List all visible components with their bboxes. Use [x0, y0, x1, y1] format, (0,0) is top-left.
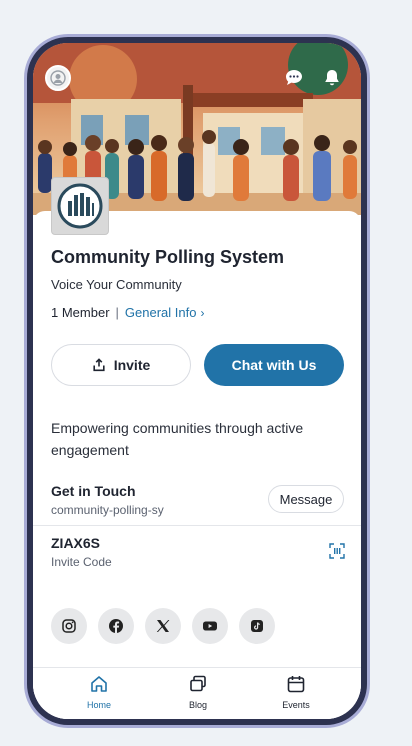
- chat-bubble-icon[interactable]: [283, 67, 305, 89]
- home-icon: [91, 676, 107, 692]
- social-links: [51, 608, 275, 644]
- member-count: 1 Member: [51, 305, 110, 320]
- x-icon[interactable]: [145, 608, 181, 644]
- nav-blog[interactable]: Blog: [163, 674, 233, 710]
- app-screen: Community Polling System Voice Your Comm…: [33, 43, 361, 719]
- calendar-icon: [287, 676, 305, 693]
- general-info-link[interactable]: General Info: [125, 305, 197, 320]
- bottom-navigation: Home Blog Events: [33, 667, 361, 719]
- scan-code-icon[interactable]: [329, 543, 345, 559]
- user-avatar-icon[interactable]: [45, 65, 71, 91]
- youtube-icon[interactable]: [192, 608, 228, 644]
- nav-blog-label: Blog: [188, 700, 207, 710]
- tiktok-icon[interactable]: [239, 608, 275, 644]
- chevron-right-icon: ›: [200, 305, 205, 320]
- profile-card: Community Polling System Voice Your Comm…: [33, 177, 361, 719]
- section-divider: [33, 525, 361, 526]
- instagram-icon[interactable]: [51, 608, 87, 644]
- nav-home-label: Home: [86, 700, 111, 710]
- community-tagline: Voice Your Community: [51, 277, 182, 292]
- invite-code-label: Invite Code: [51, 555, 112, 569]
- invite-label: Invite: [113, 357, 151, 373]
- chat-with-us-button[interactable]: Chat with Us: [204, 344, 344, 386]
- nav-events-label: Events: [282, 700, 310, 710]
- invite-button[interactable]: Invite: [51, 344, 191, 386]
- nav-home[interactable]: Home: [64, 674, 134, 710]
- contact-title: Get in Touch: [51, 483, 136, 499]
- phone-bezel: Community Polling System Voice Your Comm…: [27, 37, 367, 725]
- community-name: Community Polling System: [51, 247, 285, 267]
- nav-events[interactable]: Events: [261, 674, 331, 710]
- community-description: Empowering communities through active en…: [51, 420, 304, 458]
- community-meta: 1 Member | General Info ›: [51, 305, 204, 320]
- contact-handle: community-polling-sy: [51, 503, 164, 517]
- meta-separator: |: [115, 305, 119, 320]
- share-icon: [93, 358, 105, 372]
- community-logo: [51, 177, 109, 235]
- facebook-icon[interactable]: [98, 608, 134, 644]
- bell-icon[interactable]: [321, 67, 343, 89]
- blog-icon: [190, 675, 206, 692]
- message-button[interactable]: Message: [268, 485, 344, 513]
- invite-code-value: ZIAX6S: [51, 535, 101, 551]
- phone-frame: Community Polling System Voice Your Comm…: [24, 34, 370, 728]
